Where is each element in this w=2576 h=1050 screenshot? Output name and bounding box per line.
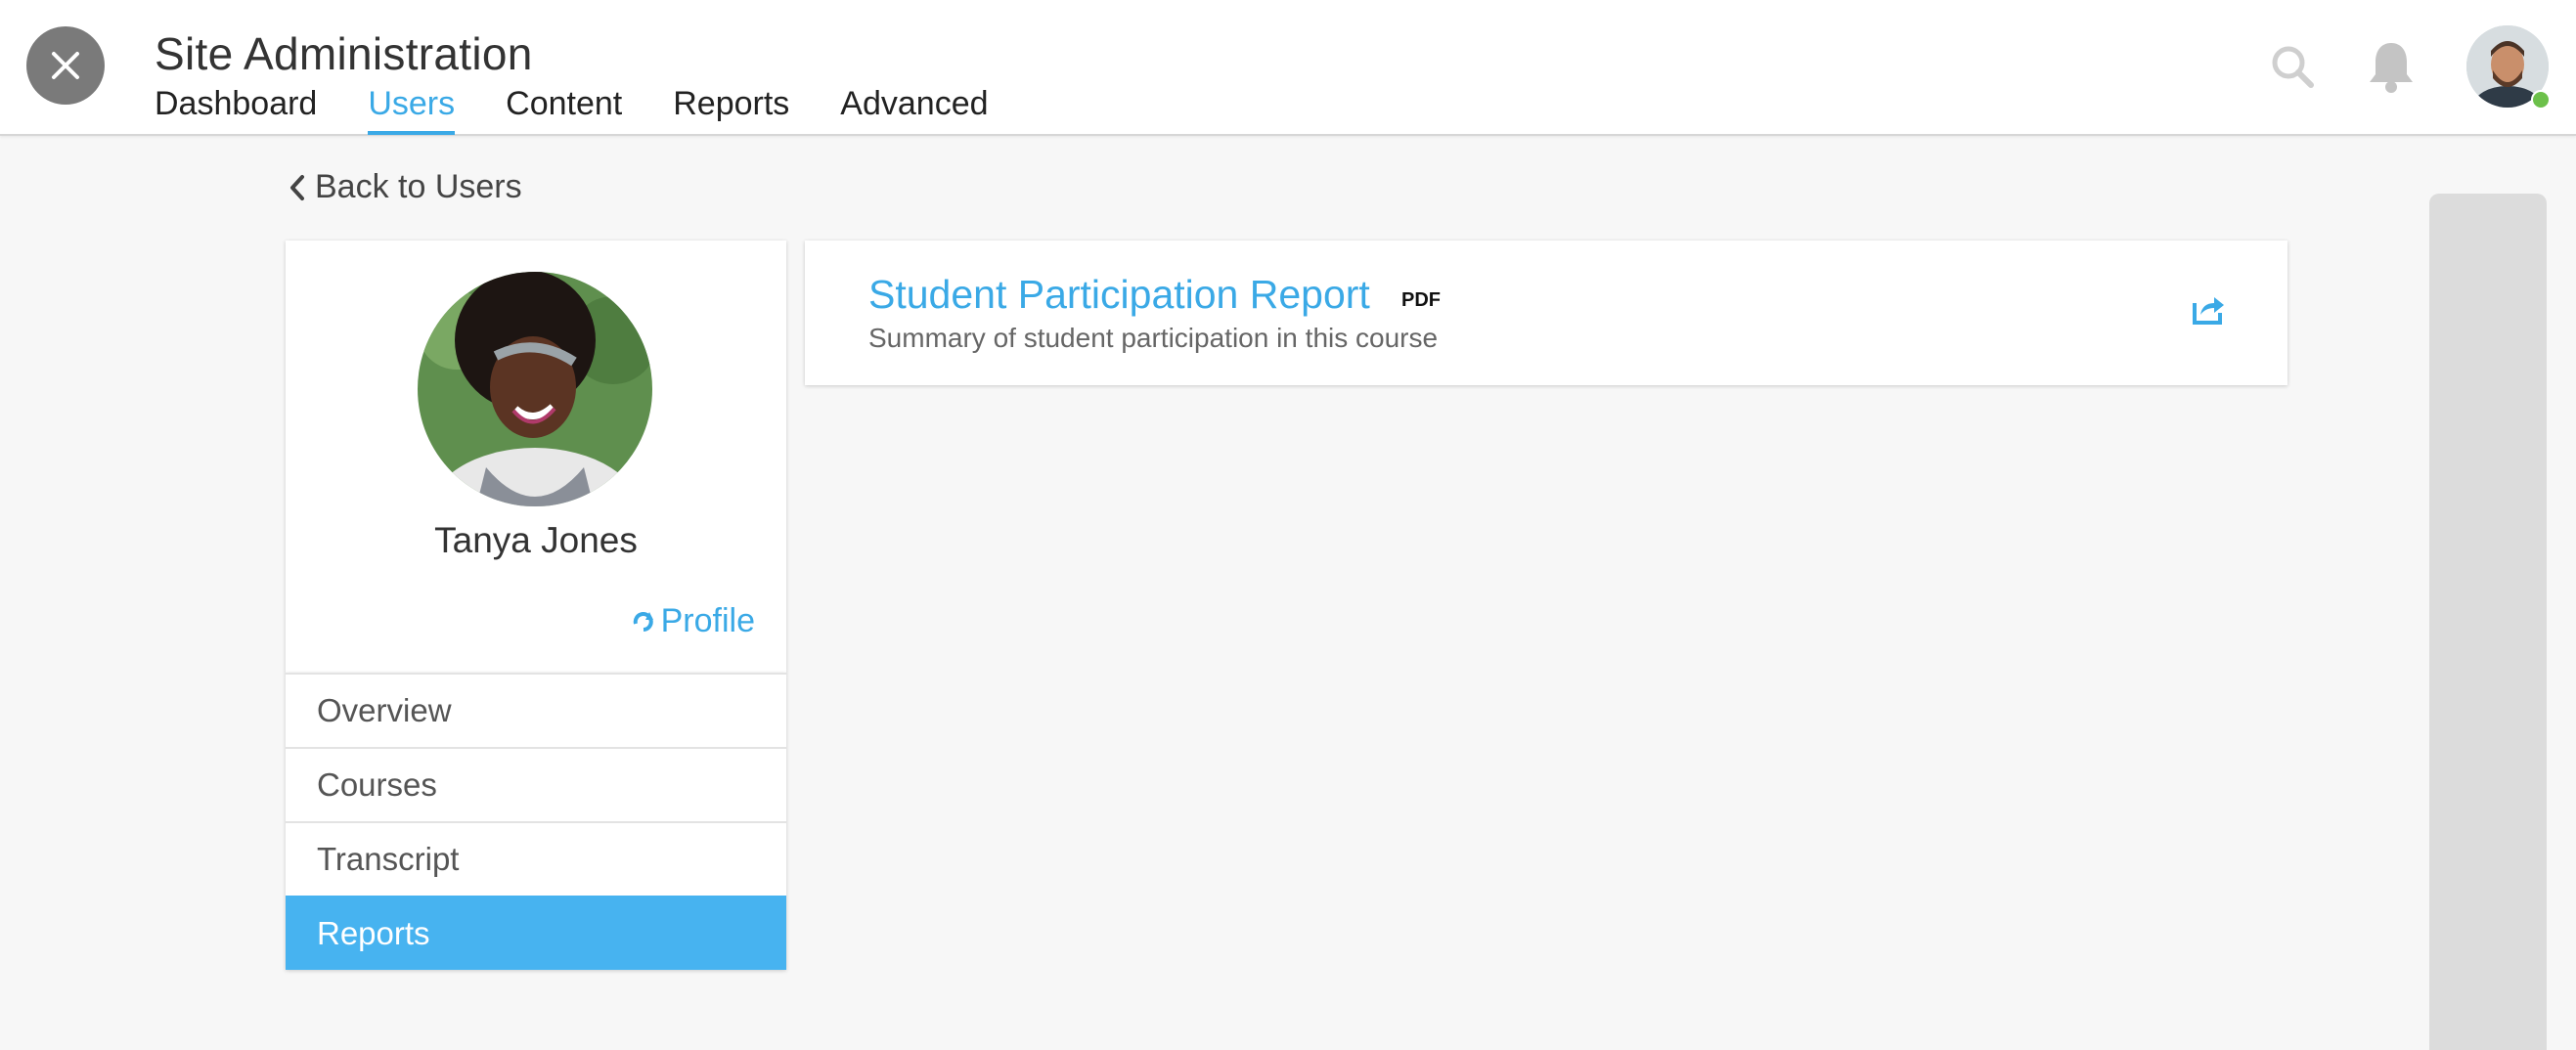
profile-photo-image	[418, 272, 652, 506]
profile-avatar	[418, 272, 652, 506]
profile-card: Tanya Jones Profile	[286, 241, 786, 673]
tab-advanced[interactable]: Advanced	[840, 85, 988, 129]
online-status-badge	[2531, 90, 2551, 109]
back-to-users-link[interactable]: Back to Users	[289, 168, 522, 206]
main-nav: Dashboard Users Content Reports Advanced	[155, 85, 1040, 135]
share-icon	[2193, 297, 2224, 325]
report-format-badge: PDF	[1401, 289, 1441, 311]
report-card: Student Participation Report PDF Summary…	[805, 241, 2287, 385]
back-link-label: Back to Users	[315, 168, 522, 205]
refresh-icon	[633, 611, 653, 632]
tab-reports[interactable]: Reports	[673, 85, 789, 129]
tab-users[interactable]: Users	[368, 85, 455, 135]
menu-item-overview[interactable]: Overview	[286, 673, 786, 747]
close-icon	[52, 52, 79, 79]
close-button[interactable]	[26, 26, 105, 105]
notifications-button[interactable]	[2367, 39, 2416, 94]
menu-item-reports[interactable]: Reports	[286, 896, 786, 970]
tab-dashboard[interactable]: Dashboard	[155, 85, 317, 129]
search-icon	[2272, 46, 2314, 88]
menu-item-transcript[interactable]: Transcript	[286, 821, 786, 896]
user-side-menu: Overview Courses Transcript Reports	[286, 673, 786, 970]
export-report-button[interactable]	[2191, 291, 2226, 327]
chevron-left-icon	[290, 174, 304, 200]
bell-icon	[2370, 43, 2413, 93]
report-title-link[interactable]: Student Participation Report	[868, 272, 1370, 318]
menu-item-courses[interactable]: Courses	[286, 747, 786, 821]
profile-name: Tanya Jones	[434, 520, 638, 560]
top-header: Site Administration Dashboard Users Cont…	[0, 0, 2576, 136]
search-button[interactable]	[2269, 43, 2318, 92]
profile-link-label: Profile	[660, 602, 755, 639]
tab-content[interactable]: Content	[506, 85, 622, 129]
report-description: Summary of student participation in this…	[868, 323, 1439, 353]
page-title: Site Administration	[155, 28, 533, 79]
profile-link[interactable]: Profile	[632, 602, 755, 640]
right-scroll-panel[interactable]	[2429, 194, 2547, 1050]
